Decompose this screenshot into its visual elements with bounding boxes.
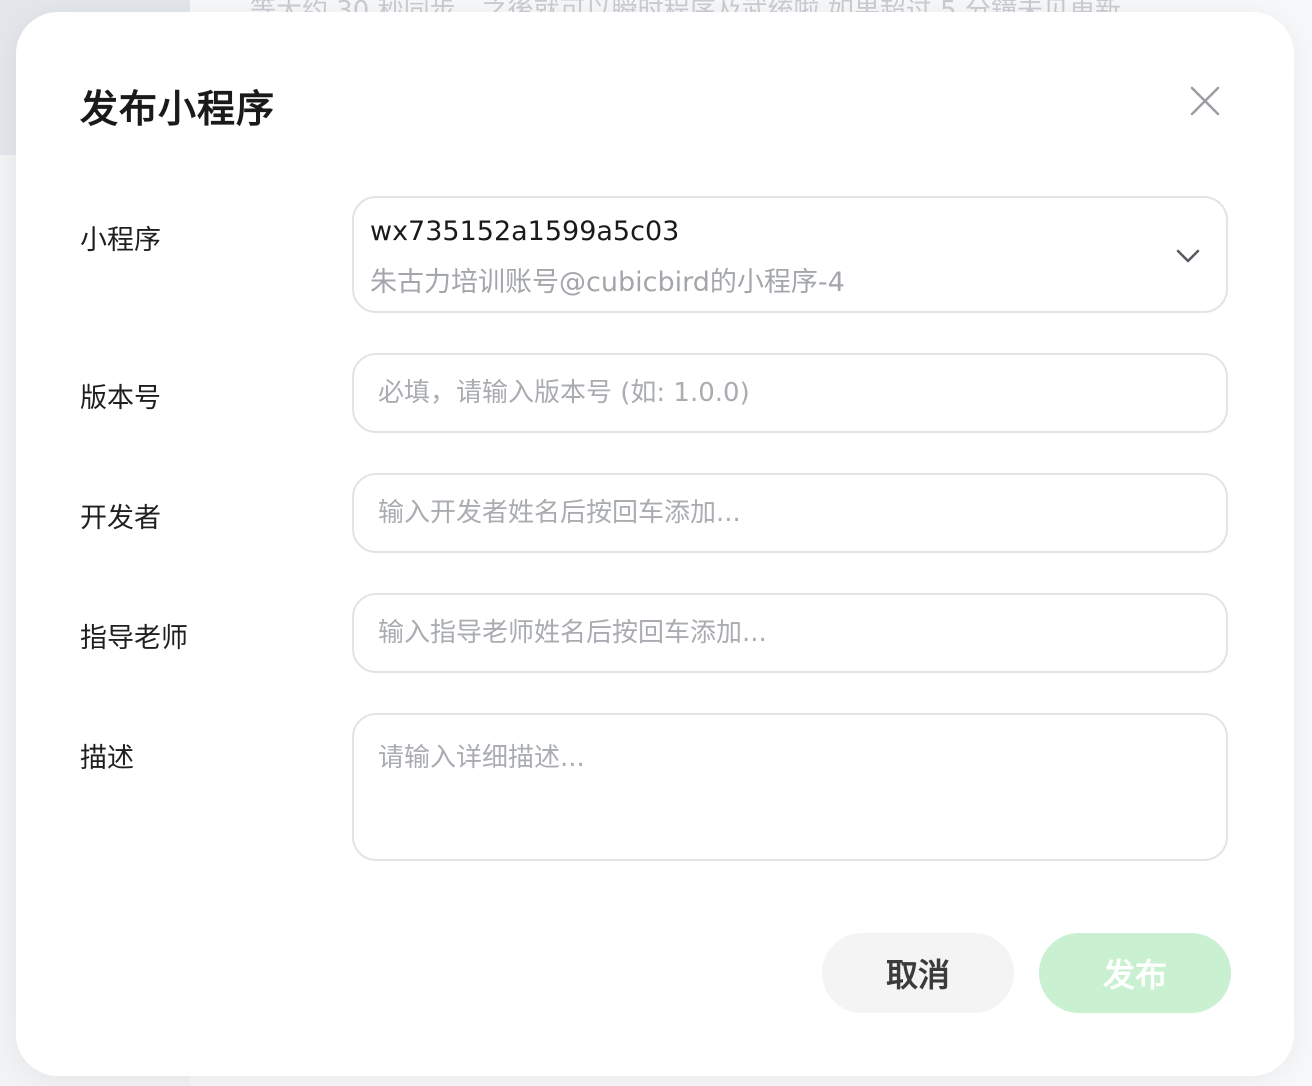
- mentor-label: 指导老师: [80, 623, 188, 654]
- mini-program-select[interactable]: wx735152a1599a5c03 朱古力培训账号@cubicbird的小程序…: [352, 196, 1228, 313]
- mini-program-appid: wx735152a1599a5c03: [370, 216, 680, 247]
- version-input[interactable]: [352, 353, 1228, 433]
- mentor-input[interactable]: [352, 593, 1228, 673]
- description-textarea[interactable]: [352, 713, 1228, 861]
- publish-button[interactable]: 发布: [1039, 933, 1231, 1013]
- mini-program-label: 小程序: [80, 225, 161, 256]
- mini-program-name: 朱古力培训账号@cubicbird的小程序-4: [370, 267, 845, 298]
- chevron-down-icon: [1176, 249, 1200, 263]
- cancel-button[interactable]: 取消: [822, 933, 1014, 1013]
- developer-input[interactable]: [352, 473, 1228, 553]
- publish-mini-program-dialog: 发布小程序 小程序 wx735152a1599a5c03 朱古力培训账号@cub…: [16, 12, 1294, 1076]
- version-label: 版本号: [80, 383, 161, 414]
- developer-label: 开发者: [80, 503, 161, 534]
- close-button[interactable]: [1182, 78, 1228, 124]
- dialog-title: 发布小程序: [80, 87, 276, 131]
- close-icon: [1190, 86, 1220, 116]
- description-label: 描述: [80, 743, 134, 774]
